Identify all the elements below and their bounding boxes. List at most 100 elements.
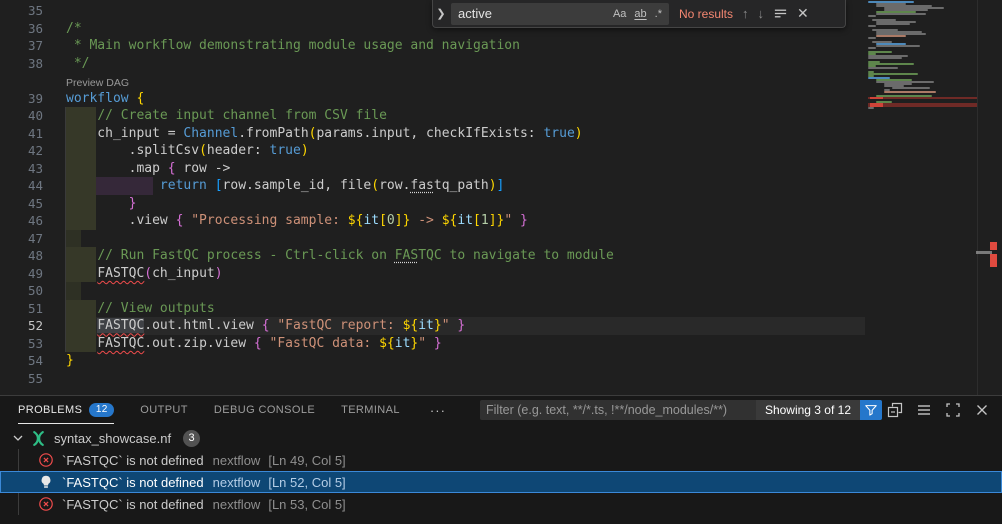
maximize-panel-icon[interactable] (945, 402, 961, 418)
minimap-code-bar (868, 37, 876, 39)
code-line-54[interactable]: 54} (0, 352, 865, 370)
code-text: .splitCsv(header: true) (66, 143, 309, 158)
line-number: 38 (0, 56, 66, 71)
code-line-52[interactable]: 52 FASTQC.out.html.view { "FastQC report… (0, 317, 865, 335)
code-line-41[interactable]: 41 ch_input = Channel.fromPath(params.in… (0, 125, 865, 143)
panel-header: PROBLEMS 12 OUTPUT DEBUG CONSOLE TERMINA… (0, 396, 1002, 424)
line-number: 45 (0, 196, 66, 211)
line-number: 49 (0, 266, 66, 281)
line-number: 42 (0, 143, 66, 158)
tab-problems[interactable]: PROBLEMS 12 (18, 396, 114, 424)
tab-output[interactable]: OUTPUT (140, 396, 188, 424)
minimap-error-bar (868, 105, 977, 108)
code-text: FASTQC.out.html.view { "FastQC report: $… (66, 318, 465, 333)
code-editor[interactable]: 35 36/*37 * Main workflow demonstrating m… (0, 0, 1002, 395)
find-widget: ❯ Aa ab .* No results ↑ ↓ ✕ (432, 0, 846, 28)
collapse-all-icon[interactable] (887, 402, 903, 418)
lightbulb-icon (38, 474, 54, 490)
code-text: /* (66, 21, 82, 36)
line-number: 46 (0, 213, 66, 228)
whole-word-icon[interactable]: ab (631, 7, 649, 21)
indent-highlight (66, 282, 81, 300)
overview-ruler[interactable] (985, 0, 1002, 395)
minimap-code-bar (868, 25, 876, 27)
minimap-code-bar (876, 35, 906, 37)
previous-match-icon[interactable]: ↑ (742, 6, 749, 21)
next-match-icon[interactable]: ↓ (758, 6, 765, 21)
code-text: } (66, 353, 74, 368)
problem-location: [Ln 53, Col 5] (268, 497, 345, 512)
code-text: workflow { (66, 91, 144, 106)
minimap-code-bar (876, 45, 920, 47)
find-expand-chevron-icon[interactable]: ❯ (433, 0, 449, 27)
problem-source: nextflow (213, 497, 261, 512)
regex-icon[interactable]: .* (652, 7, 665, 21)
match-case-icon[interactable]: Aa (610, 7, 629, 21)
code-line-39[interactable]: 39workflow { (0, 90, 865, 108)
code-text: * Main workflow demonstrating module usa… (66, 38, 520, 53)
bottom-panel: PROBLEMS 12 OUTPUT DEBUG CONSOLE TERMINA… (0, 395, 1002, 524)
code-line-49[interactable]: 49 FASTQC(ch_input) (0, 265, 865, 283)
codelens-preview-dag[interactable]: Preview DAG (0, 72, 865, 90)
more-tabs-icon[interactable]: ··· (430, 403, 446, 418)
view-as-table-icon[interactable] (916, 402, 932, 418)
code-text: .map { row -> (66, 161, 230, 176)
minimap-code-bar (892, 87, 930, 89)
code-line-48[interactable]: 48 // Run FastQC process - Ctrl-click on… (0, 247, 865, 265)
minimap-code-bar (868, 57, 902, 59)
find-input-box[interactable]: Aa ab .* (451, 3, 669, 25)
vscode-window: 35 36/*37 * Main workflow demonstrating m… (0, 0, 1002, 524)
line-number: 36 (0, 21, 66, 36)
problem-row[interactable]: `FASTQC` is not definednextflow[Ln 53, C… (0, 493, 1002, 515)
line-number: 48 (0, 248, 66, 263)
code-line-45[interactable]: 45 } (0, 195, 865, 213)
code-line-50[interactable]: 50 (0, 282, 865, 300)
problem-location: [Ln 49, Col 5] (268, 453, 345, 468)
problems-tree: syntax_showcase.nf 3 `FASTQC` is not def… (0, 424, 1002, 515)
code-text: return [row.sample_id, file(row.fastq_pa… (66, 178, 504, 193)
code-line-38[interactable]: 38 */ (0, 55, 865, 73)
find-results-count: No results (679, 7, 733, 21)
problem-row[interactable]: `FASTQC` is not definednextflow[Ln 49, C… (0, 449, 1002, 471)
code-line-37[interactable]: 37 * Main workflow demonstrating module … (0, 37, 865, 55)
code-line-44[interactable]: 44 return [row.sample_id, file(row.fastq… (0, 177, 865, 195)
problem-source: nextflow (213, 453, 261, 468)
indent-highlight (66, 230, 81, 248)
code-text: ch_input = Channel.fromPath(params.input… (66, 126, 583, 141)
filter-funnel-icon[interactable] (860, 400, 882, 420)
code-line-47[interactable]: 47 (0, 230, 865, 248)
code-line-53[interactable]: 53 FASTQC.out.zip.view { "FastQC data: $… (0, 335, 865, 353)
panel-actions (887, 396, 990, 424)
line-number: 35 (0, 3, 66, 18)
code-lines: 35 36/*37 * Main workflow demonstrating m… (0, 2, 865, 387)
problems-file-row[interactable]: syntax_showcase.nf 3 (0, 427, 1002, 449)
problem-row[interactable]: `FASTQC` is not definednextflow[Ln 52, C… (0, 471, 1002, 493)
filter-showing-count: Showing 3 of 12 (756, 400, 860, 420)
overview-error-marker (990, 242, 997, 250)
find-input[interactable] (458, 6, 608, 21)
code-text: FASTQC.out.zip.view { "FastQC data: ${it… (66, 336, 442, 351)
find-in-selection-icon[interactable] (773, 6, 788, 21)
code-line-46[interactable]: 46 .view { "Processing sample: ${it[0]} … (0, 212, 865, 230)
problems-filter-box: Showing 3 of 12 (480, 400, 882, 420)
chevron-down-icon[interactable] (10, 430, 26, 446)
line-number: 44 (0, 178, 66, 193)
minimap[interactable] (868, 0, 977, 395)
problems-filter-input[interactable] (480, 400, 756, 420)
code-text: FASTQC(ch_input) (66, 266, 223, 281)
minimap-code-bar (876, 23, 910, 25)
code-line-42[interactable]: 42 .splitCsv(header: true) (0, 142, 865, 160)
code-line-51[interactable]: 51 // View outputs (0, 300, 865, 318)
close-panel-icon[interactable] (974, 402, 990, 418)
code-line-43[interactable]: 43 .map { row -> (0, 160, 865, 178)
code-line-55[interactable]: 55 (0, 370, 865, 388)
minimap-code-bar (868, 15, 876, 17)
tab-debug-console[interactable]: DEBUG CONSOLE (214, 396, 315, 424)
line-number: 39 (0, 91, 66, 106)
line-number: 52 (0, 318, 66, 333)
close-find-icon[interactable]: ✕ (797, 5, 809, 22)
line-number: 50 (0, 283, 66, 298)
code-text: .view { "Processing sample: ${it[0]} -> … (66, 213, 528, 228)
code-line-40[interactable]: 40 // Create input channel from CSV file (0, 107, 865, 125)
tab-terminal[interactable]: TERMINAL (341, 396, 400, 424)
